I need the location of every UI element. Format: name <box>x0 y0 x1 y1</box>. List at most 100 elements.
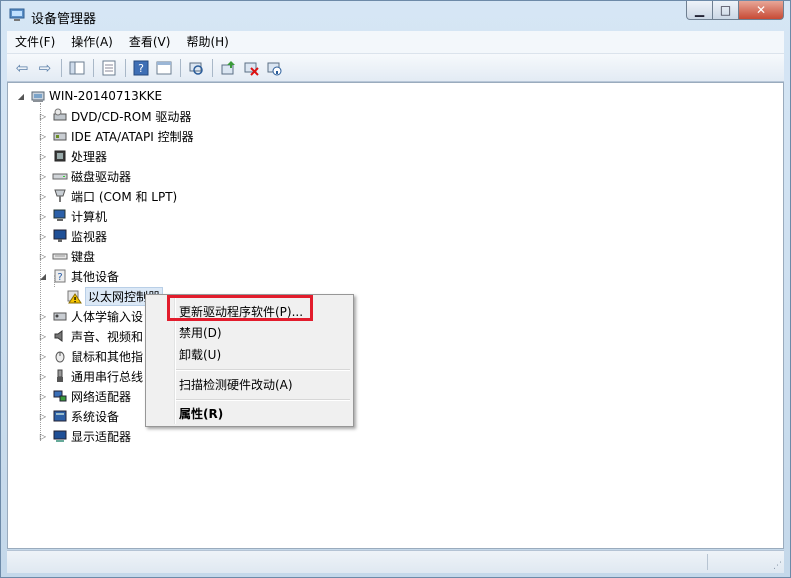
menu-bar: 文件(F) 操作(A) 查看(V) 帮助(H) <box>7 31 784 54</box>
window-title: 设备管理器 <box>31 12 97 27</box>
port-icon <box>54 189 66 202</box>
expand-triangle-icon[interactable]: ▷ <box>38 212 48 221</box>
update-driver-icon <box>221 60 235 74</box>
tree-category-2[interactable]: ▷ 处理器 <box>36 146 107 166</box>
tree-category-14[interactable]: ▷ 系统设备 <box>36 406 119 426</box>
forward-button[interactable]: ⇨ <box>34 57 56 79</box>
tree-category-8[interactable]: ◢? 其他设备 <box>36 266 119 286</box>
tree-category-11[interactable]: ▷ 鼠标和其他指 <box>36 346 143 366</box>
tree-category-label: 显示适配器 <box>71 429 132 444</box>
tree-category-0[interactable]: ▷ DVD/CD-ROM 驱动器 <box>36 106 191 126</box>
toolbar-separator <box>180 58 181 77</box>
network-adapter-icon <box>53 390 67 402</box>
expand-triangle-icon[interactable]: ▷ <box>38 412 48 421</box>
monitor-icon <box>53 229 67 242</box>
expand-triangle-icon[interactable]: ▷ <box>38 312 48 321</box>
dvd-drive-icon <box>53 108 67 121</box>
close-icon: ✕ <box>755 3 767 17</box>
tree-category-7[interactable]: ▷ 键盘 <box>36 246 95 266</box>
console-tree-icon <box>69 61 85 74</box>
tree-category-10[interactable]: ▷ 声音、视频和 <box>36 326 143 346</box>
help-button[interactable]: ? <box>130 57 152 79</box>
expand-triangle-icon[interactable]: ▷ <box>38 152 48 161</box>
tree-category-label: 其他设备 <box>71 269 120 284</box>
collapse-triangle-icon[interactable]: ◢ <box>16 92 26 101</box>
forward-arrow-icon: ⇨ <box>38 58 52 77</box>
tree-category-6[interactable]: ▷ 监视器 <box>36 226 107 246</box>
tree-category-15[interactable]: ▷ 显示适配器 <box>36 426 131 446</box>
tree-category-label: 网络适配器 <box>71 389 132 404</box>
disable-button[interactable] <box>263 57 285 79</box>
context-disable[interactable]: 禁用(D) <box>179 324 222 341</box>
show-hide-tree-button[interactable] <box>66 57 88 79</box>
context-uninstall[interactable]: 卸载(U) <box>179 346 221 363</box>
resize-grip-icon[interactable]: ⋰ <box>773 561 782 571</box>
view-button[interactable] <box>153 57 175 79</box>
update-driver-button[interactable] <box>217 57 239 79</box>
menu-help[interactable]: 帮助(H) <box>178 31 236 53</box>
collapse-triangle-icon[interactable]: ◢ <box>38 272 48 281</box>
tree-category-9[interactable]: ▷ 人体学输入设 <box>36 306 143 326</box>
minimize-icon: ▁ <box>694 3 705 17</box>
properties-button[interactable] <box>98 57 120 79</box>
expand-triangle-icon[interactable]: ▷ <box>38 372 48 381</box>
expand-triangle-icon[interactable]: ▷ <box>38 192 48 201</box>
tree-root[interactable]: ◢ WIN-20140713KKE <box>16 86 162 106</box>
context-scan-hardware[interactable]: 扫描检测硬件改动(A) <box>179 376 293 393</box>
tree-category-label: IDE ATA/ATAPI 控制器 <box>71 129 194 144</box>
highlight-annotation-box <box>167 295 313 321</box>
disable-device-icon <box>267 62 282 75</box>
toolbar-separator <box>61 58 62 77</box>
menu-separator <box>176 399 350 401</box>
help-icon: ? <box>133 60 149 75</box>
menu-file[interactable]: 文件(F) <box>7 31 63 53</box>
status-bar: ⋰ <box>7 550 784 573</box>
status-divider <box>707 554 708 570</box>
expand-triangle-icon[interactable]: ▷ <box>38 172 48 181</box>
menu-view[interactable]: 查看(V) <box>121 31 179 53</box>
tree-category-4[interactable]: ▷ 端口 (COM 和 LPT) <box>36 186 177 206</box>
minimize-button[interactable]: ▁ <box>686 1 713 20</box>
view-pane-icon <box>156 61 172 74</box>
close-button[interactable]: ✕ <box>739 1 784 20</box>
expand-triangle-icon[interactable]: ▷ <box>38 252 48 261</box>
sound-icon <box>54 330 63 342</box>
svg-text:?: ? <box>57 272 62 283</box>
processor-icon <box>54 150 66 162</box>
tree-category-label: 系统设备 <box>71 409 120 424</box>
ide-controller-icon <box>53 132 67 141</box>
scan-hardware-button[interactable] <box>185 57 207 79</box>
uninstall-icon <box>244 62 259 76</box>
menu-action[interactable]: 操作(A) <box>63 31 121 53</box>
tree-guide-line <box>54 275 55 287</box>
title-bar[interactable]: 设备管理器 ▁ □ ✕ <box>1 1 790 31</box>
back-button[interactable]: ⇦ <box>11 57 33 79</box>
device-manager-app-icon <box>9 8 25 21</box>
expand-triangle-icon[interactable]: ▷ <box>38 232 48 241</box>
computer-icon <box>53 209 66 221</box>
tree-root-label: WIN-20140713KKE <box>49 89 163 103</box>
expand-triangle-icon[interactable]: ▷ <box>38 352 48 361</box>
maximize-button[interactable]: □ <box>713 1 739 20</box>
tree-category-13[interactable]: ▷ 网络适配器 <box>36 386 131 406</box>
tree-category-1[interactable]: ▷ IDE ATA/ATAPI 控制器 <box>36 126 194 146</box>
expand-triangle-icon[interactable]: ▷ <box>38 112 48 121</box>
expand-triangle-icon[interactable]: ▷ <box>38 392 48 401</box>
mouse-icon <box>55 351 65 363</box>
tree-category-5[interactable]: ▷ 计算机 <box>36 206 107 226</box>
expand-triangle-icon[interactable]: ▷ <box>38 132 48 141</box>
tree-category-12[interactable]: ▷ 通用串行总线 <box>36 366 143 386</box>
disk-drive-icon <box>52 173 68 180</box>
menu-separator <box>176 369 350 371</box>
tree-category-label: 端口 (COM 和 LPT) <box>71 189 178 204</box>
warning-device-icon <box>67 290 82 304</box>
expand-triangle-icon[interactable]: ▷ <box>38 432 48 441</box>
expand-triangle-icon[interactable]: ▷ <box>38 332 48 341</box>
tree-category-label: 监视器 <box>71 229 108 244</box>
uninstall-button[interactable] <box>240 57 262 79</box>
context-properties[interactable]: 属性(R) <box>179 405 223 422</box>
device-tree-pane[interactable]: ◢ WIN-20140713KKE ▷ DVD/CD-ROM 驱动器 ▷ IDE AT… <box>7 82 784 549</box>
tree-category-label: 计算机 <box>71 209 108 224</box>
tree-category-3[interactable]: ▷ 磁盘驱动器 <box>36 166 131 186</box>
scan-hardware-icon <box>189 62 203 75</box>
